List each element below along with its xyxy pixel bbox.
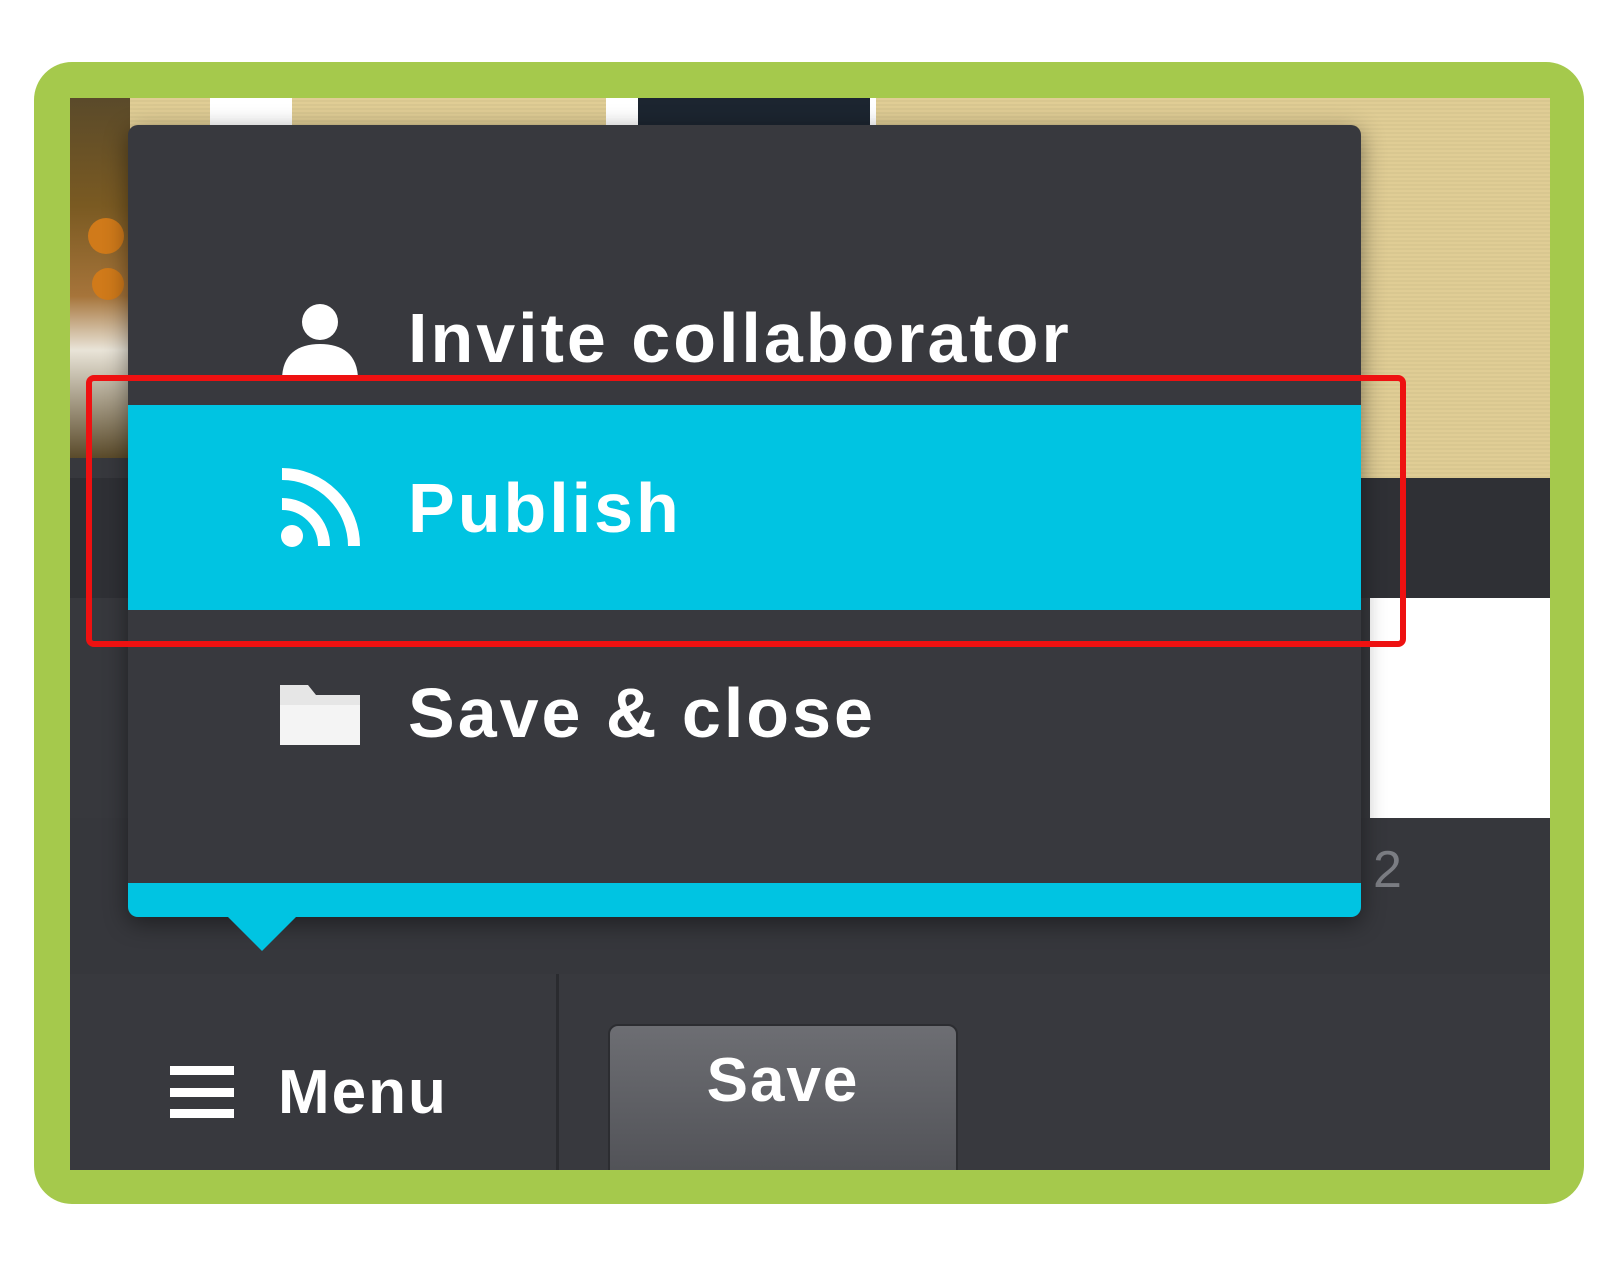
folder-icon — [280, 684, 360, 745]
menu-item-label: Publish — [408, 468, 682, 547]
background-panel — [1370, 598, 1550, 818]
menu-label: Menu — [278, 1057, 448, 1127]
photo-thumbnail — [210, 98, 292, 126]
thumbnail-image — [92, 268, 124, 300]
menu-item-save-close[interactable]: Save & close — [128, 610, 1361, 815]
hamburger-icon — [170, 1066, 234, 1118]
popup-accent-bar — [128, 883, 1361, 917]
bottom-toolbar: Menu Save — [70, 974, 1550, 1170]
popup-pointer-arrow — [228, 917, 296, 951]
menu-item-publish[interactable]: Publish — [128, 405, 1361, 610]
thumbnail-strip — [70, 98, 130, 458]
popup-menu: Invite collaborator Publish Save & close — [128, 125, 1361, 951]
menu-item-label: Invite collaborator — [408, 298, 1072, 377]
menu-button[interactable]: Menu — [170, 1052, 448, 1132]
photo-thumbnail — [638, 98, 870, 126]
user-icon — [282, 303, 358, 380]
toolbar-divider — [556, 974, 559, 1170]
thumbnail-image — [88, 218, 124, 254]
menu-item-label: Save & close — [408, 673, 876, 752]
page-number: 2 — [1373, 841, 1402, 899]
app-screen: 2 Menu Save Invite collaborator Publish … — [70, 98, 1550, 1170]
rss-icon — [281, 467, 360, 547]
save-button[interactable]: Save — [608, 1024, 958, 1170]
